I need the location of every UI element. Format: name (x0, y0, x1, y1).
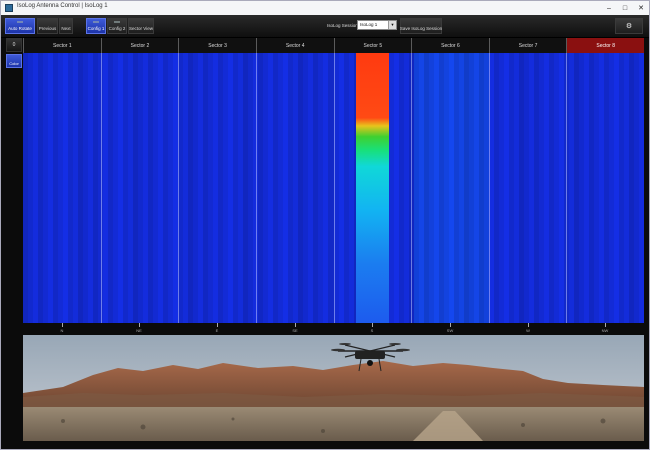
sector-tab-8[interactable]: Sector 8 (566, 38, 644, 53)
settings-button[interactable]: ⚙ (615, 18, 643, 34)
side-panel: 0 Color (6, 38, 22, 70)
compass-tick (528, 323, 529, 327)
compass-label: NE (136, 328, 142, 333)
zero-button[interactable]: 0 (6, 38, 22, 52)
compass-label: S (370, 328, 374, 333)
config-icon (93, 21, 99, 23)
spectrum-waterfall (23, 53, 644, 323)
minimize-icon[interactable]: – (601, 2, 617, 14)
toolbar: Auto Rotate Previous Next Config 1 Confi… (1, 15, 649, 38)
save-session-label: Save IsoLog Session (399, 26, 443, 31)
color-label: Color (9, 61, 19, 66)
color-button[interactable]: Color (6, 54, 22, 68)
app-icon (5, 4, 13, 12)
config-2-button[interactable]: Config 2 (107, 18, 127, 34)
spectrum-column (638, 53, 644, 323)
sector-tab-3[interactable]: Sector 3 (178, 38, 256, 53)
save-session-button[interactable]: Save IsoLog Session (400, 18, 442, 34)
compass-label: E (215, 328, 219, 333)
maximize-icon[interactable]: □ (617, 2, 633, 14)
previous-button[interactable]: Previous (37, 18, 58, 34)
sector-tab-4[interactable]: Sector 4 (255, 38, 334, 53)
sector-divider (411, 53, 412, 323)
compass-label: N (60, 328, 64, 333)
auto-rotate-label: Auto Rotate (8, 26, 32, 31)
previous-label: Previous (38, 26, 57, 31)
sector-header-row: Sector 1 Sector 2 Sector 3 Sector 4 Sector 5… (23, 38, 644, 53)
chevron-down-icon: ▼ (388, 21, 396, 29)
next-button[interactable]: Next (59, 18, 73, 34)
signal-peak (355, 53, 390, 323)
compass-label: W (526, 328, 530, 333)
sector-view-label: Sector View (129, 26, 153, 31)
sector-divider (256, 53, 257, 323)
compass-tick (217, 323, 218, 327)
title-bar: IsoLog Antenna Control | IsoLog 1 – □ ✕ (1, 1, 649, 16)
sector-divider (566, 53, 567, 323)
config-2-label: Config 2 (108, 26, 126, 31)
panorama-scene (23, 335, 644, 441)
sector-divider (334, 53, 335, 323)
compass-tick (62, 323, 63, 327)
session-value: IsoLog 1 (360, 22, 378, 27)
session-select[interactable]: IsoLog 1 ▼ (357, 20, 397, 30)
sector-divider (101, 53, 102, 323)
app-window: IsoLog Antenna Control | IsoLog 1 – □ ✕ … (0, 0, 650, 450)
compass-label: NW (601, 328, 609, 333)
window-title: IsoLog Antenna Control | IsoLog 1 (17, 3, 108, 9)
sector-view-button[interactable]: Sector View (128, 18, 154, 34)
gear-icon: ⚙ (625, 23, 633, 30)
compass-label: SW (446, 328, 454, 333)
auto-rotate-button[interactable]: Auto Rotate (5, 18, 35, 34)
close-icon[interactable]: ✕ (633, 2, 649, 14)
compass-tick (450, 323, 451, 327)
config-1-label: Config 1 (87, 26, 105, 31)
sector-tab-2[interactable]: Sector 2 (100, 38, 179, 53)
sector-divider (489, 53, 490, 323)
compass-tick (139, 323, 140, 327)
compass-label: SE (292, 328, 298, 333)
sector-tab-5[interactable]: Sector 5 (333, 38, 412, 53)
zero-label: 0 (12, 42, 16, 48)
panorama-image (23, 335, 644, 441)
sector-tab-1[interactable]: Sector 1 (23, 38, 101, 53)
config-icon (114, 21, 120, 23)
next-label: Next (61, 26, 71, 31)
compass-tick (605, 323, 606, 327)
compass-axis: N NE E SE S SW W NW (23, 323, 644, 335)
sector-divider (178, 53, 179, 323)
session-label: IsoLog Session: (327, 23, 360, 28)
rotate-icon (17, 21, 23, 23)
sector-tab-6[interactable]: Sector 6 (411, 38, 489, 53)
config-1-button[interactable]: Config 1 (86, 18, 106, 34)
sector-tab-7[interactable]: Sector 7 (488, 38, 567, 53)
compass-tick (295, 323, 296, 327)
compass-tick (372, 323, 373, 327)
